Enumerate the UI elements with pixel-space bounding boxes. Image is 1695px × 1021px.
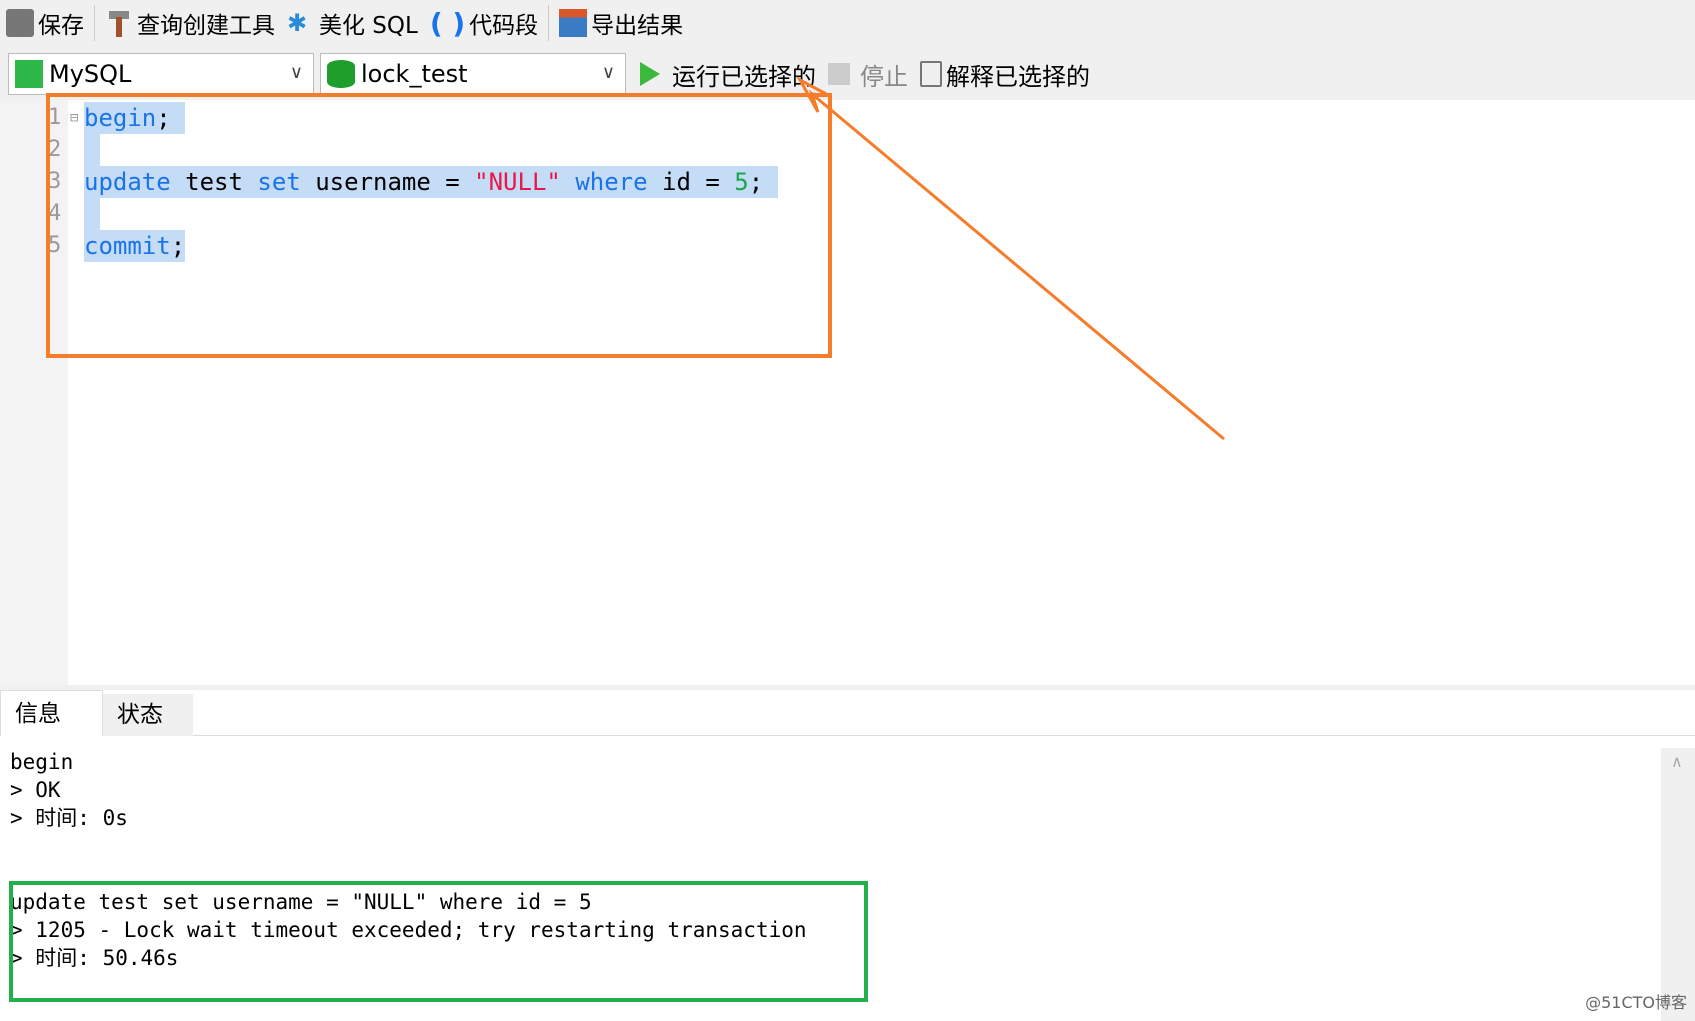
message-line: begin — [10, 750, 74, 774]
result-tabs: 信息 状态 — [0, 690, 1695, 736]
green-annotation-box — [9, 881, 868, 1002]
message-line: > 时间: 0s — [10, 806, 128, 830]
message-line: > OK — [10, 778, 61, 802]
message-panel: begin > OK > 时间: 0s update test set user… — [0, 736, 1695, 1021]
watermark: @51CTO博客 — [1585, 993, 1687, 1012]
tab-info[interactable]: 信息 — [0, 690, 103, 736]
vertical-scrollbar[interactable]: ∧ — [1661, 748, 1695, 1021]
scroll-up-icon[interactable]: ∧ — [1671, 752, 1683, 771]
tab-status[interactable]: 状态 — [103, 694, 193, 736]
